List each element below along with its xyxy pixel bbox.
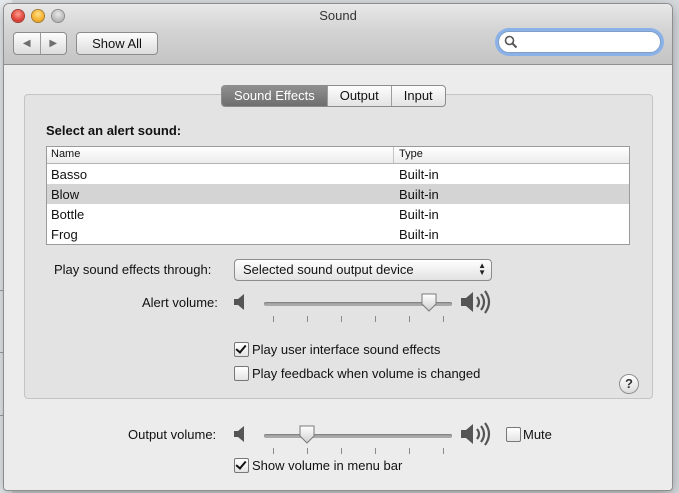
- slider-tick: [341, 448, 342, 454]
- output-volume-slider[interactable]: [264, 424, 452, 454]
- title-bar: Sound ◀ ▶ Show All: [4, 4, 672, 65]
- window-title: Sound: [319, 8, 357, 23]
- speaker-low-icon: [234, 294, 244, 310]
- slider-tick: [443, 448, 444, 454]
- alert-volume-slider[interactable]: [264, 292, 452, 322]
- slider-tick: [307, 316, 308, 322]
- play-through-label: Play sound effects through:: [54, 262, 212, 277]
- tab-input[interactable]: Input: [390, 86, 445, 106]
- speaker-low-icon: [234, 426, 244, 442]
- output-volume-label: Output volume:: [128, 427, 217, 442]
- row-type: Built-in: [399, 187, 439, 202]
- tab-bar: Sound Effects Output Input: [221, 85, 446, 107]
- show-volume-menubar-checkbox[interactable]: [234, 458, 249, 473]
- slider-tick: [273, 316, 274, 322]
- slider-tick: [273, 448, 274, 454]
- slider-tick: [375, 448, 376, 454]
- row-type: Built-in: [399, 227, 439, 242]
- alert-sound-table: Name Type Basso Built-in Blow Built-in B…: [46, 146, 630, 245]
- row-name: Basso: [51, 167, 88, 182]
- slider-knob[interactable]: [298, 424, 316, 444]
- slider-tick: [409, 448, 410, 454]
- column-header-name[interactable]: Name: [51, 148, 80, 160]
- row-type: Built-in: [399, 207, 439, 222]
- table-row[interactable]: Frog Built-in: [47, 224, 629, 244]
- slider-tick: [375, 316, 376, 322]
- speaker-high-icon: [461, 290, 491, 314]
- alert-volume-label: Alert volume:: [142, 295, 218, 310]
- search-field[interactable]: [498, 31, 661, 53]
- row-type: Built-in: [399, 167, 439, 182]
- slider-tick: [409, 316, 410, 322]
- back-forward-control: ◀ ▶: [13, 32, 67, 55]
- show-volume-menubar-label[interactable]: Show volume in menu bar: [252, 458, 402, 473]
- row-name: Blow: [51, 187, 80, 202]
- mute-label[interactable]: Mute: [523, 427, 552, 442]
- forward-arrow-icon[interactable]: ▶: [39, 33, 67, 54]
- magnifier-icon: [504, 35, 518, 49]
- tab-sound-effects[interactable]: Sound Effects: [222, 86, 327, 106]
- slider-track: [264, 434, 452, 438]
- speaker-high-icon: [461, 422, 491, 446]
- back-arrow-icon[interactable]: ◀: [14, 33, 40, 54]
- column-header-type[interactable]: Type: [399, 148, 423, 160]
- slider-knob[interactable]: [420, 292, 438, 312]
- table-row[interactable]: Basso Built-in: [47, 164, 629, 184]
- table-row[interactable]: Bottle Built-in: [47, 204, 629, 224]
- table-row[interactable]: Blow Built-in: [47, 184, 629, 204]
- feedback-checkbox[interactable]: [234, 366, 249, 381]
- ui-sounds-checkbox[interactable]: [234, 342, 249, 357]
- alert-sound-heading: Select an alert sound:: [46, 123, 182, 138]
- slider-tick: [443, 316, 444, 322]
- mute-checkbox[interactable]: [506, 427, 521, 442]
- help-button[interactable]: ?: [619, 374, 639, 394]
- popup-arrows-icon: ▲ ▼: [478, 261, 486, 277]
- show-all-button[interactable]: Show All: [76, 32, 158, 55]
- ui-sounds-label[interactable]: Play user interface sound effects: [252, 342, 440, 357]
- output-device-popup[interactable]: Selected sound output device ▲ ▼: [234, 259, 492, 281]
- table-header: Name Type: [47, 147, 629, 164]
- column-divider[interactable]: [393, 147, 394, 163]
- slider-tick: [307, 448, 308, 454]
- search-input[interactable]: [519, 33, 653, 51]
- slider-tick: [341, 316, 342, 322]
- row-name: Bottle: [51, 207, 85, 222]
- sound-preferences-window: Sound ◀ ▶ Show All Sound Effects Output …: [4, 4, 672, 490]
- output-device-value: Selected sound output device: [243, 262, 414, 277]
- feedback-label[interactable]: Play feedback when volume is changed: [252, 366, 480, 381]
- tab-output[interactable]: Output: [326, 86, 391, 106]
- row-name: Frog: [51, 227, 78, 242]
